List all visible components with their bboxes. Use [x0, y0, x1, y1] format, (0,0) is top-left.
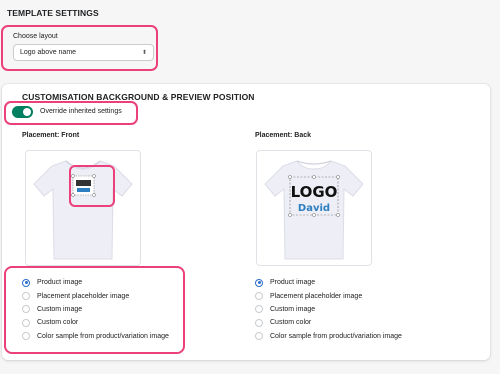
radio-label: Custom image	[37, 305, 83, 313]
radio-button[interactable]	[22, 305, 30, 314]
layout-select-value: Logo above name	[20, 49, 77, 56]
front-image-highlight	[69, 165, 115, 207]
radio-button[interactable]	[255, 292, 263, 301]
radio-button[interactable]	[255, 332, 263, 341]
radio-button[interactable]	[22, 318, 30, 327]
back-preview-image[interactable]: LOGO David	[256, 150, 372, 266]
toggle-knob	[23, 108, 31, 116]
radio-label: Color sample from product/variation imag…	[37, 332, 169, 340]
radio-option[interactable]: Color sample from product/variation imag…	[255, 330, 402, 343]
radio-button[interactable]	[22, 292, 30, 301]
radio-label: Product image	[37, 279, 83, 287]
radio-label: Custom color	[270, 319, 312, 327]
radio-option[interactable]: Custom image	[255, 303, 402, 316]
radio-option[interactable]: Placement placeholder image	[255, 289, 402, 302]
radio-label: Custom image	[270, 305, 316, 313]
page: TEMPLATE SETTINGS Choose layout Logo abo…	[0, 0, 500, 374]
override-label: Override inherited settings	[40, 108, 122, 115]
back-name-text: David	[298, 203, 330, 214]
radio-button[interactable]	[255, 318, 263, 327]
radio-option[interactable]: Product image	[22, 276, 169, 289]
back-tshirt-icon: LOGO David	[264, 160, 364, 260]
radio-label: Color sample from product/variation imag…	[270, 332, 402, 340]
radio-option[interactable]: Custom color	[22, 316, 169, 329]
choose-layout-label: Choose layout	[13, 33, 58, 40]
radio-option[interactable]: Color sample from product/variation imag…	[22, 330, 169, 343]
radio-button[interactable]	[255, 305, 263, 314]
template-settings-title: TEMPLATE SETTINGS	[7, 8, 99, 18]
radio-option[interactable]: Custom image	[22, 303, 169, 316]
placement-back-label: Placement: Back	[255, 132, 312, 139]
radio-option[interactable]: Product image	[255, 276, 402, 289]
radio-label: Custom color	[37, 319, 79, 327]
radio-label: Product image	[270, 279, 316, 287]
radio-label: Placement placeholder image	[270, 292, 363, 300]
override-toggle[interactable]	[12, 106, 33, 118]
front-background-options: Product image Placement placeholder imag…	[22, 276, 169, 343]
back-logo-text: LOGO	[291, 183, 338, 201]
radio-option[interactable]: Custom color	[255, 316, 402, 329]
radio-label: Placement placeholder image	[37, 292, 130, 300]
radio-button[interactable]	[255, 278, 263, 287]
radio-button[interactable]	[22, 278, 30, 287]
back-background-options: Product image Placement placeholder imag…	[255, 276, 402, 343]
layout-select[interactable]: Logo above name ⬍	[13, 44, 154, 61]
radio-button[interactable]	[22, 332, 30, 341]
placement-front-label: Placement: Front	[22, 132, 80, 139]
radio-option[interactable]: Placement placeholder image	[22, 289, 169, 302]
select-arrows-icon: ⬍	[141, 49, 147, 56]
